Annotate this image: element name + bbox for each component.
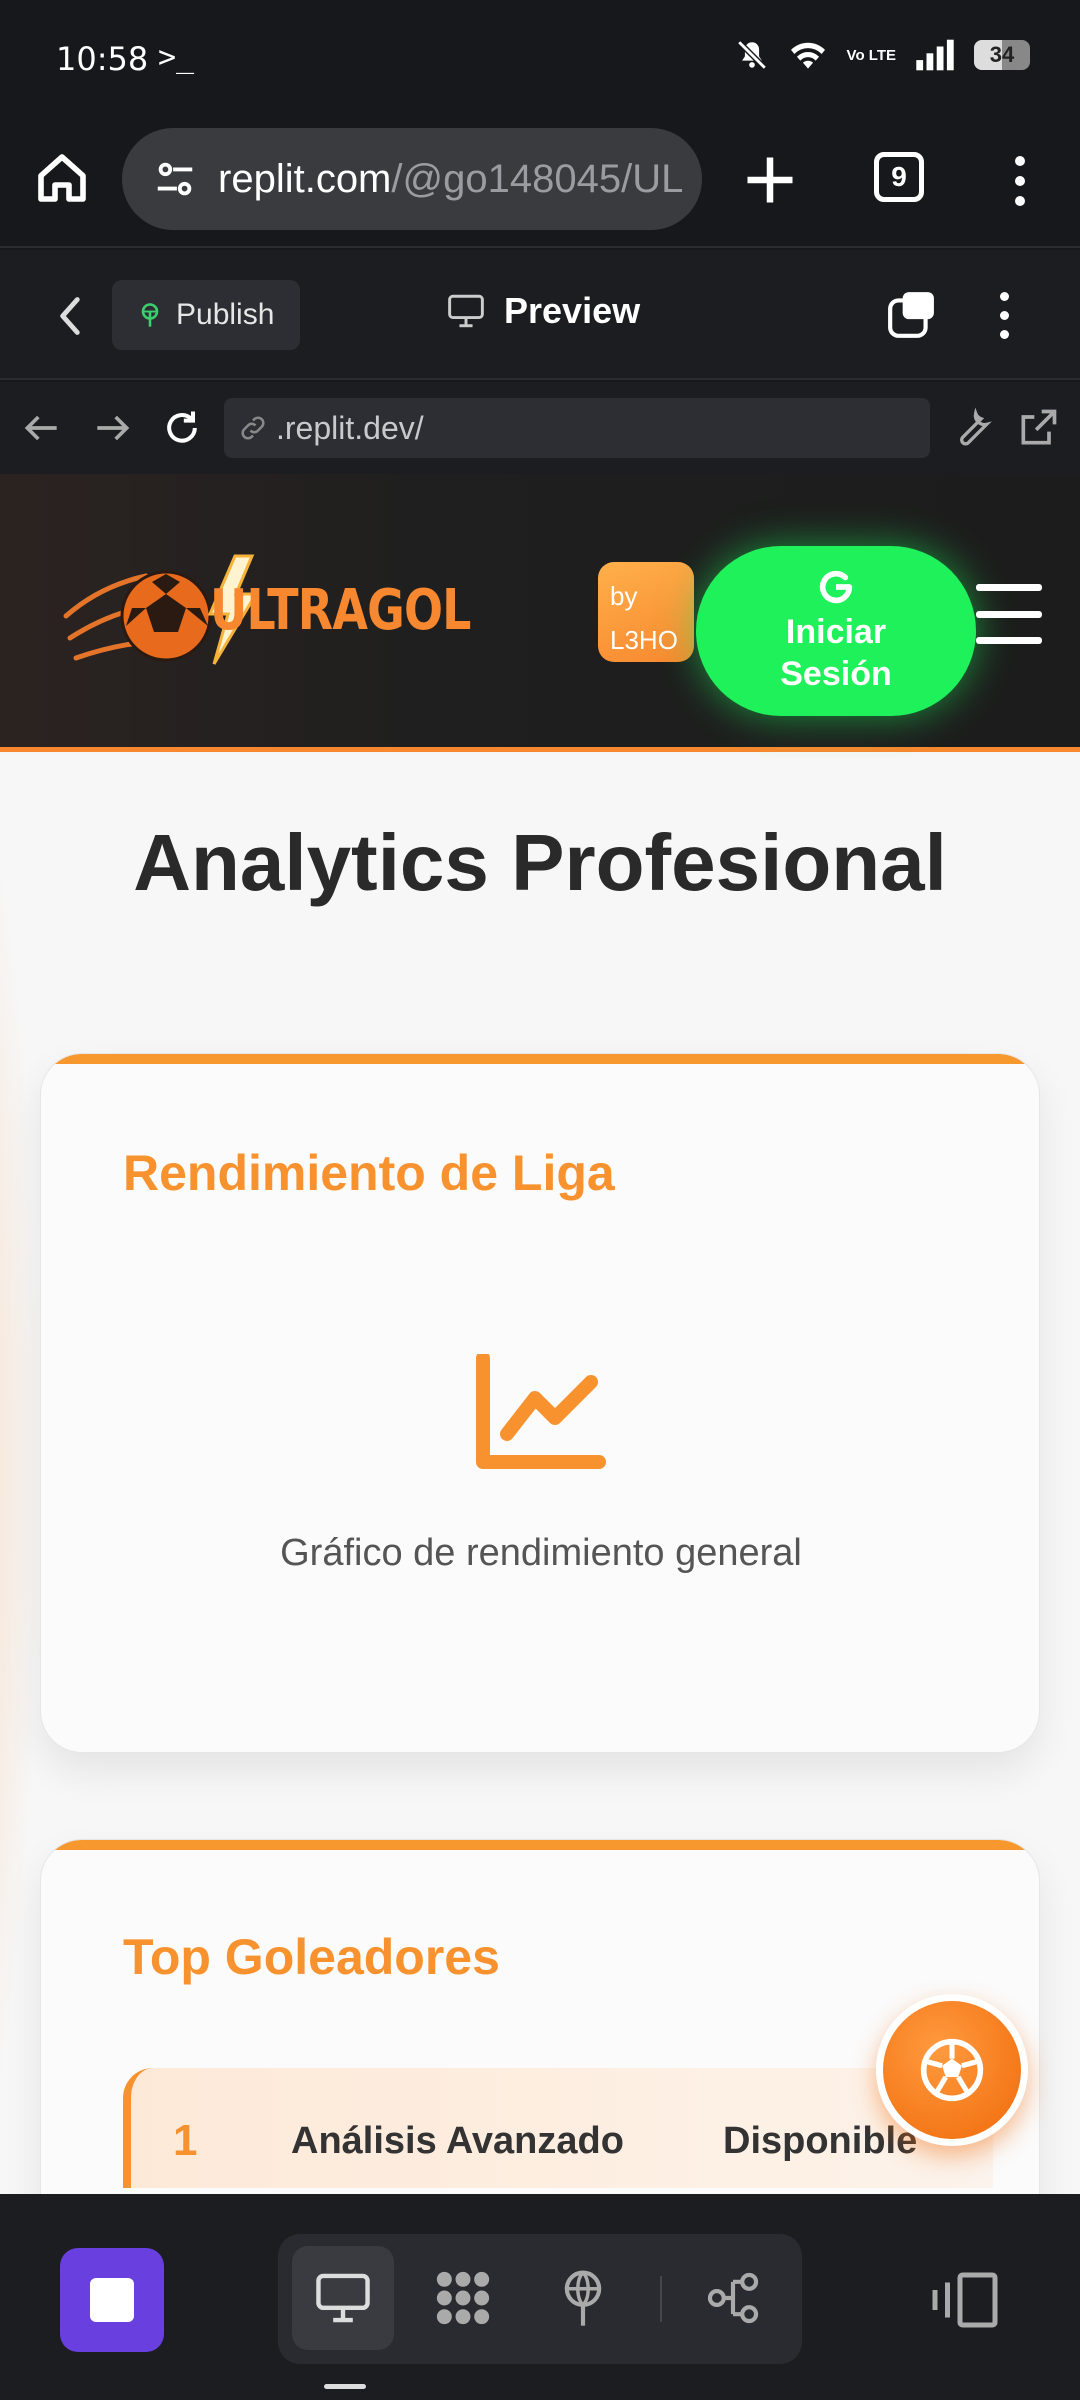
preview-icon — [316, 2273, 370, 2323]
performance-card-title: Rendimiento de Liga — [123, 1145, 615, 1201]
view-switcher — [278, 2234, 802, 2364]
terminal-notification-icon: >_ — [158, 40, 195, 75]
monitor-icon — [448, 294, 484, 328]
replit-menu-icon[interactable] — [994, 292, 1014, 339]
preview-tab[interactable] — [292, 2246, 394, 2350]
browser-toolbar: replit.com/@go148045/UL 9 — [0, 120, 1080, 248]
reload-icon[interactable] — [160, 406, 204, 450]
preview-title: Preview — [446, 290, 640, 332]
workspace-tab[interactable] — [412, 2246, 514, 2350]
git-tab[interactable] — [682, 2246, 784, 2350]
stop-run-button[interactable] — [60, 2248, 164, 2352]
git-icon — [707, 2272, 759, 2324]
url-host: replit.com — [218, 156, 392, 201]
publish-tab[interactable] — [532, 2246, 634, 2350]
url-bar[interactable]: replit.com/@go148045/UL — [122, 128, 702, 230]
top-scorers-title: Top Goleadores — [123, 1929, 500, 1985]
new-tab-icon[interactable] — [740, 150, 800, 210]
web-page: ULTRAGOL by L3HO Iniciar Sesión Analytic… — [0, 474, 1080, 2194]
segment-separator — [660, 2276, 662, 2322]
publish-label: Publish — [176, 298, 275, 331]
google-icon — [819, 570, 853, 604]
scorer-row[interactable]: 1 Análisis Avanzado Disponible — [123, 2068, 993, 2188]
status-time: 10:58 — [56, 40, 149, 78]
webview-address: .replit.dev/ — [276, 409, 424, 446]
workspace-icon — [436, 2271, 490, 2325]
ultragol-logo-text: ULTRAGOL — [210, 578, 471, 643]
site-header: ULTRAGOL by L3HO Iniciar Sesión — [0, 474, 1080, 752]
forward-arrow-icon[interactable] — [90, 406, 134, 450]
scorer-rank: 1 — [173, 2116, 198, 2165]
page-title: Analytics Profesional — [133, 818, 947, 907]
tab-switcher-button[interactable]: 9 — [874, 152, 924, 202]
mute-bell-icon — [736, 40, 767, 70]
wifi-icon — [790, 42, 825, 69]
gesture-home-indicator — [324, 2384, 366, 2389]
battery-level: 34 — [989, 42, 1015, 67]
volte-indicator: Vo LTE — [847, 48, 896, 63]
volte-label: Vo LTE — [846, 46, 896, 64]
signal-icon — [916, 39, 954, 71]
status-bar: 10:58 >_ Vo LTE 34 — [0, 0, 1080, 120]
site-settings-icon[interactable] — [152, 156, 198, 202]
by-badge-line1: by — [610, 581, 638, 611]
webview-address-field[interactable]: .replit.dev/ — [224, 398, 930, 458]
line-chart-icon — [476, 1354, 606, 1469]
soccer-ball-icon — [920, 2038, 984, 2102]
back-chevron-icon[interactable] — [52, 294, 88, 338]
by-author-badge: by L3HO — [598, 562, 694, 662]
publish-icon — [564, 2270, 602, 2326]
top-scorers-card: Top Goleadores 1 Análisis Avanzado Dispo… — [40, 1839, 1040, 2194]
preview-label: Preview — [504, 290, 641, 331]
replit-bottom-bar — [0, 2194, 1080, 2400]
home-icon[interactable] — [34, 150, 90, 206]
performance-chart-caption: Gráfico de rendimiento general — [280, 1532, 802, 1574]
google-login-button[interactable]: Iniciar Sesión — [696, 546, 976, 716]
status-icons: Vo LTE 34 — [735, 38, 1030, 72]
hamburger-menu-icon[interactable] — [976, 584, 1042, 644]
page-body: Analytics Profesional Rendimiento de Lig… — [0, 757, 1080, 2194]
url-path: /@go148045/UL — [391, 156, 684, 201]
stop-icon — [90, 2278, 134, 2322]
browser-menu-icon[interactable] — [1010, 156, 1030, 206]
scorer-status: Disponible — [723, 2120, 918, 2162]
login-line2: Sesión — [780, 655, 892, 693]
replit-toolbar: Publish Preview — [0, 250, 1080, 380]
by-badge-line2: L3HO — [610, 625, 678, 655]
devtools-wrench-icon[interactable] — [950, 406, 994, 450]
login-line1: Iniciar — [785, 613, 887, 651]
webview-nav: .replit.dev/ — [0, 382, 1080, 474]
device-frame-icon[interactable] — [930, 2270, 1000, 2330]
back-arrow-icon[interactable] — [20, 406, 64, 450]
publish-button[interactable]: Publish — [112, 280, 300, 350]
publish-icon — [141, 303, 159, 327]
scorer-name: Análisis Avanzado — [291, 2120, 624, 2162]
new-pane-icon[interactable] — [886, 290, 936, 340]
battery-icon: 34 — [974, 40, 1030, 70]
open-external-icon[interactable] — [1016, 406, 1060, 450]
performance-card: Rendimiento de Liga Gráfico de rendimien… — [40, 1053, 1040, 1753]
link-icon — [241, 416, 265, 440]
soccer-fab-button[interactable] — [876, 1994, 1028, 2146]
